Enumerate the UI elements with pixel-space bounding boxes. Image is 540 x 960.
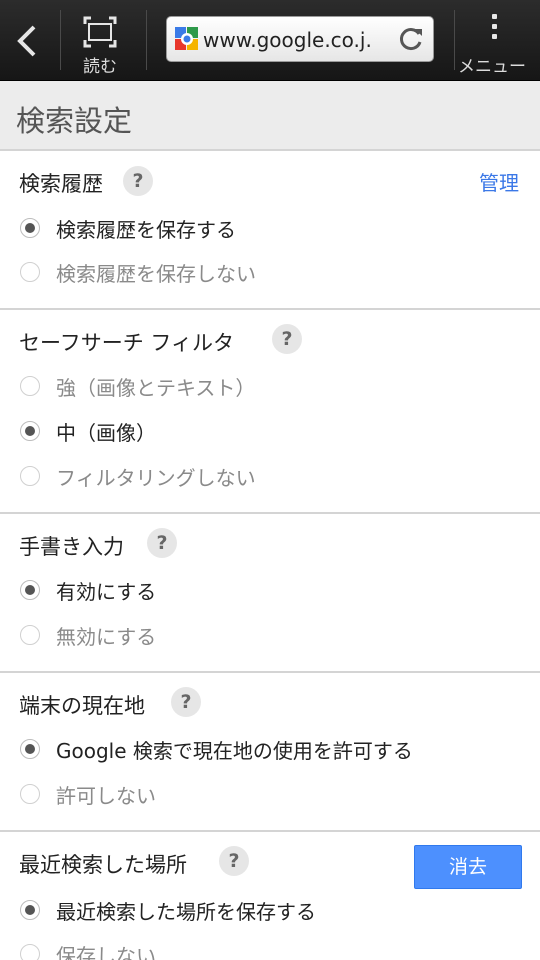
radio-option[interactable]: 保存しない (20, 940, 520, 960)
radio-label: 有効にする (56, 580, 157, 604)
radio-unchecked[interactable] (20, 466, 40, 486)
radio-unchecked[interactable] (20, 784, 40, 804)
radio-option[interactable]: 無効にする (20, 621, 520, 651)
read-button-label: 読む (83, 57, 117, 77)
radio-option[interactable]: フィルタリングしない (20, 462, 520, 492)
reload-icon[interactable] (397, 25, 425, 53)
help-icon[interactable]: ? (171, 687, 201, 717)
radio-unchecked[interactable] (20, 262, 40, 282)
help-icon[interactable]: ? (272, 324, 302, 354)
radio-label: 許可しない (56, 784, 156, 808)
radio-option[interactable]: 検索履歴を保存しない (20, 258, 520, 288)
radio-unchecked[interactable] (20, 944, 40, 960)
toolbar-divider (454, 10, 455, 70)
section-title: 検索履歴 (19, 172, 103, 196)
radio-checked[interactable] (20, 739, 40, 759)
radio-checked[interactable] (20, 421, 40, 441)
section-search-history: 検索履歴 ? 管理 検索履歴を保存する 検索履歴を保存しない (0, 151, 540, 309)
help-icon[interactable]: ? (147, 528, 177, 558)
section-safesearch: セーフサーチ フィルタ ? 強（画像とテキスト） 中（画像） フィルタリングしな… (0, 310, 540, 512)
browser-toolbar: 読む www.google.co.j. メニュー (0, 0, 540, 81)
radio-label: 検索履歴を保存する (56, 218, 236, 242)
radio-option[interactable]: 許可しない (20, 780, 520, 810)
page-header: 検索設定 (0, 81, 540, 151)
section-title: セーフサーチ フィルタ (19, 331, 234, 355)
radio-checked[interactable] (20, 580, 40, 600)
overflow-menu-icon (492, 14, 497, 44)
toolbar-divider (60, 10, 61, 70)
radio-label: 最近検索した場所を保存する (56, 900, 316, 924)
section-title: 最近検索した場所 (19, 853, 187, 877)
section-title: 手書き入力 (19, 535, 124, 559)
radio-unchecked[interactable] (20, 625, 40, 645)
radio-label: 無効にする (56, 625, 157, 649)
radio-label: 検索履歴を保存しない (56, 262, 256, 286)
radio-option[interactable]: 強（画像とテキスト） (20, 372, 520, 402)
radio-option[interactable]: 有効にする (20, 576, 520, 606)
google-favicon-icon (175, 27, 198, 50)
help-icon[interactable]: ? (219, 846, 249, 876)
clear-button[interactable]: 消去 (414, 845, 522, 889)
manage-history-link[interactable]: 管理 (479, 167, 519, 196)
page-title: 検索設定 (16, 104, 133, 138)
section-title: 端末の現在地 (19, 694, 145, 718)
radio-label: Google 検索で現在地の使用を許可する (56, 739, 413, 763)
section-handwriting: 手書き入力 ? 有効にする 無効にする (0, 514, 540, 671)
section-device-location: 端末の現在地 ? Google 検索で現在地の使用を許可する 許可しない (0, 673, 540, 830)
address-bar[interactable]: www.google.co.j. (166, 16, 434, 62)
back-button[interactable] (0, 0, 58, 80)
radio-label: 中（画像） (56, 421, 156, 445)
radio-checked[interactable] (20, 218, 40, 238)
radio-option[interactable]: Google 検索で現在地の使用を許可する (20, 735, 520, 765)
toolbar-divider (146, 10, 147, 70)
help-icon[interactable]: ? (123, 166, 153, 196)
url-text: www.google.co.j. (203, 28, 372, 52)
read-button[interactable]: 読む (68, 0, 132, 80)
chevron-left-icon (17, 25, 36, 57)
menu-button[interactable]: メニュー (456, 0, 540, 80)
radio-label: 強（画像とテキスト） (56, 376, 256, 400)
radio-label: フィルタリングしない (56, 466, 256, 490)
section-recent-places: 最近検索した場所 ? 消去 最近検索した場所を保存する 保存しない (0, 832, 540, 960)
radio-option[interactable]: 検索履歴を保存する (20, 214, 520, 244)
radio-option[interactable]: 最近検索した場所を保存する (20, 896, 520, 926)
radio-unchecked[interactable] (20, 376, 40, 396)
menu-button-label: メニュー (458, 57, 526, 77)
radio-option[interactable]: 中（画像） (20, 417, 520, 447)
radio-label: 保存しない (56, 944, 156, 960)
radio-checked[interactable] (20, 900, 40, 920)
reader-mode-icon (83, 16, 117, 48)
